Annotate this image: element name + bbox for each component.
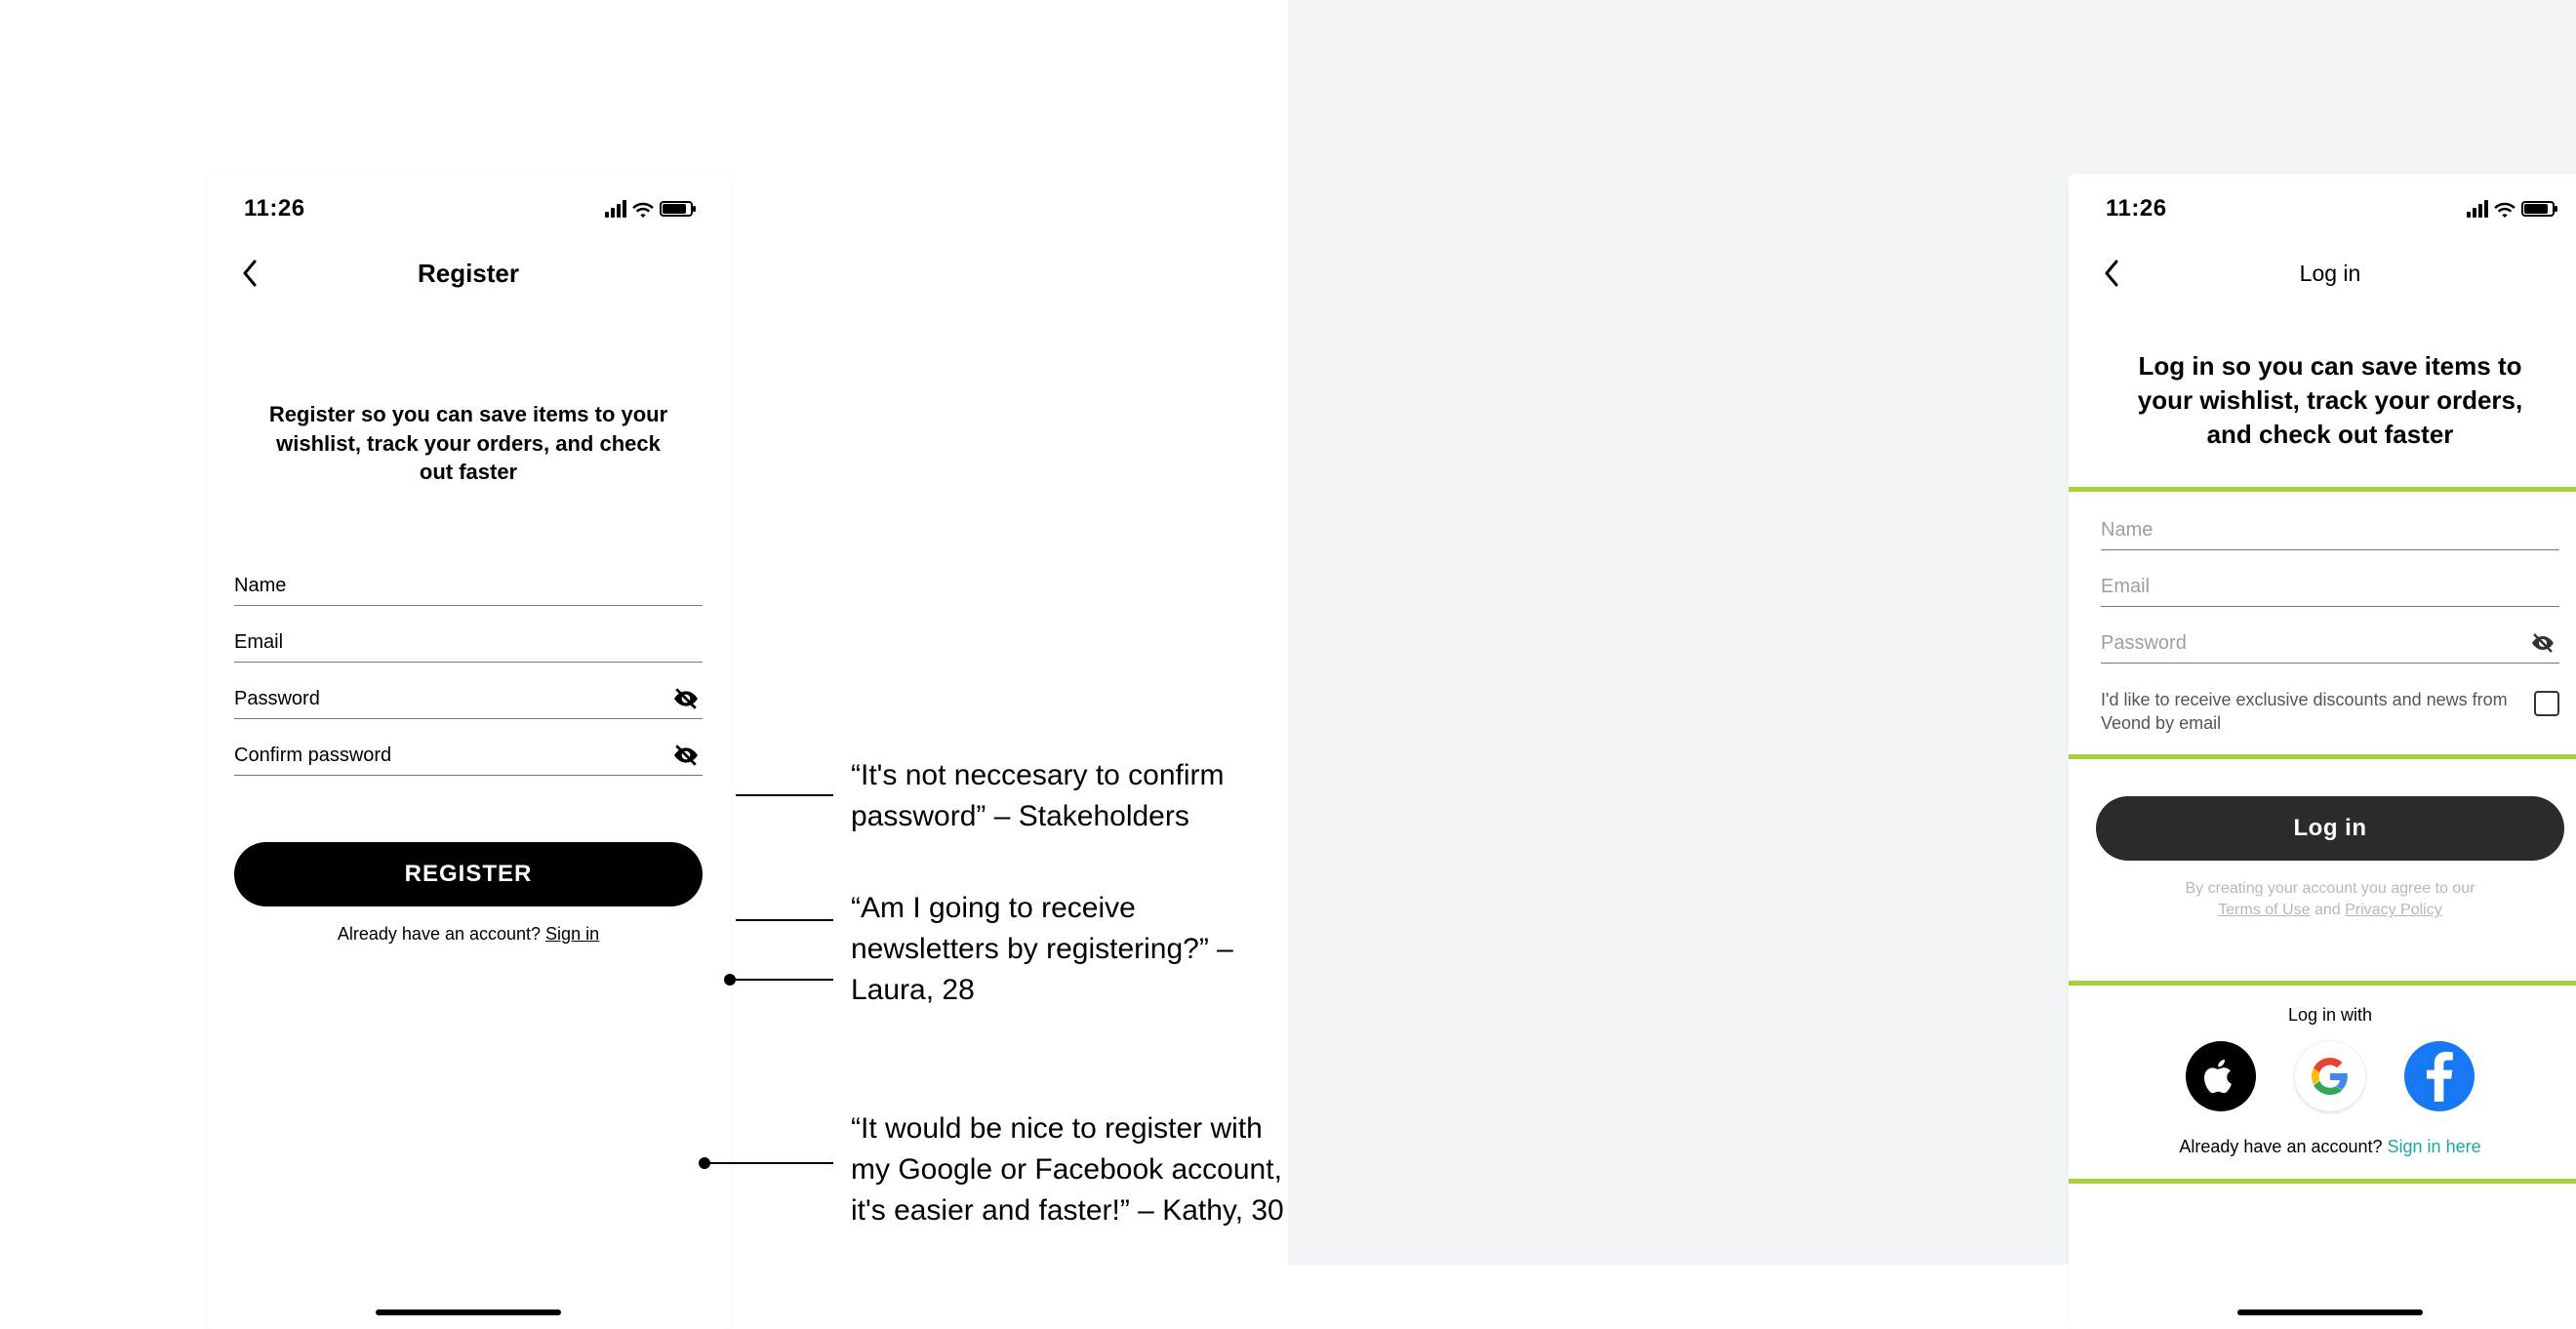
page-title: Register (418, 259, 519, 289)
status-time: 11:26 (244, 195, 305, 222)
status-bar: 11:26 (207, 174, 730, 244)
phone-register: 11:26 Register Register so you can save … (207, 174, 730, 1329)
annotation-line (710, 1162, 833, 1164)
privacy-link[interactable]: Privacy Policy (2345, 902, 2442, 918)
name-field[interactable] (2101, 509, 2559, 550)
signal-icon (2467, 200, 2488, 218)
confirm-password-field[interactable] (234, 735, 703, 776)
email-field[interactable] (234, 622, 703, 663)
annotation-dot (699, 1157, 710, 1169)
legal-text: By creating your account you agree to ou… (2096, 878, 2564, 922)
sign-in-link[interactable]: Sign in (545, 924, 599, 944)
eye-off-icon (673, 743, 699, 768)
login-button[interactable]: Log in (2096, 796, 2564, 861)
navbar: Register (207, 244, 730, 302)
social-highlight: Log in with Already h (2069, 981, 2576, 1184)
toggle-password-visibility[interactable] (2530, 630, 2556, 656)
form-highlight: I'd like to receive exclusive discounts … (2069, 487, 2576, 759)
social-buttons (2101, 1041, 2559, 1111)
eye-off-icon (673, 686, 699, 711)
left-panel: 11:26 Register Register so you can save … (0, 0, 1288, 1265)
signal-icon (605, 200, 626, 218)
already-have-account: Already have an account? Sign in (234, 924, 703, 945)
newsletter-row: I'd like to receive exclusive discounts … (2101, 689, 2559, 735)
navbar: Log in (2069, 244, 2576, 302)
status-time: 11:26 (2106, 195, 2167, 222)
google-icon (2312, 1058, 2349, 1095)
register-content: Register so you can save items to your w… (207, 302, 730, 945)
status-icons (605, 200, 693, 218)
toggle-confirm-password-visibility[interactable] (673, 743, 699, 768)
home-indicator (376, 1309, 561, 1315)
login-with-label: Log in with (2101, 1005, 2559, 1026)
wifi-icon (632, 200, 654, 218)
eye-off-icon (2531, 631, 2555, 655)
sign-in-here-link[interactable]: Sign in here (2388, 1137, 2481, 1156)
status-icons (2467, 200, 2555, 218)
login-intro: Log in so you can save items to your wis… (2069, 349, 2576, 452)
back-icon (2103, 260, 2120, 287)
password-field[interactable] (234, 678, 703, 719)
right-panel: 11:26 Log in Log in so you can save item… (1288, 0, 2576, 1265)
login-facebook-button[interactable] (2404, 1041, 2475, 1111)
status-bar: 11:26 (2069, 174, 2576, 244)
name-field[interactable] (234, 565, 703, 606)
newsletter-text: I'd like to receive exclusive discounts … (2101, 689, 2516, 735)
already-have-account: Already have an account? Sign in here (2101, 1137, 2559, 1157)
annotation-3: “It would be nice to register with my Go… (851, 1108, 1288, 1231)
annotation-line (736, 919, 833, 921)
page-title: Log in (2300, 261, 2361, 287)
facebook-icon (2425, 1051, 2454, 1102)
wifi-icon (2494, 200, 2516, 218)
toggle-password-visibility[interactable] (673, 686, 699, 711)
register-intro: Register so you can save items to your w… (234, 400, 703, 487)
annotation-line (736, 794, 833, 796)
terms-link[interactable]: Terms of Use (2218, 902, 2310, 918)
annotation-dot (724, 974, 736, 986)
email-field[interactable] (2101, 566, 2559, 607)
annotation-2: “Am I going to receive newsletters by re… (851, 888, 1288, 1011)
newsletter-checkbox[interactable] (2534, 691, 2559, 716)
annotation-line (736, 979, 833, 981)
phone-login: 11:26 Log in Log in so you can save item… (2069, 174, 2576, 1329)
login-apple-button[interactable] (2186, 1041, 2256, 1111)
annotation-1: “It's not neccesary to confirm password”… (851, 755, 1288, 837)
battery-icon (660, 201, 693, 217)
login-google-button[interactable] (2295, 1041, 2365, 1111)
apple-icon (2204, 1057, 2237, 1096)
home-indicator (2237, 1309, 2423, 1315)
back-button[interactable] (2092, 254, 2131, 293)
password-field[interactable] (2101, 623, 2559, 664)
battery-icon (2521, 201, 2555, 217)
back-icon (241, 260, 259, 287)
back-button[interactable] (230, 254, 269, 293)
register-button[interactable]: REGISTER (234, 842, 703, 906)
